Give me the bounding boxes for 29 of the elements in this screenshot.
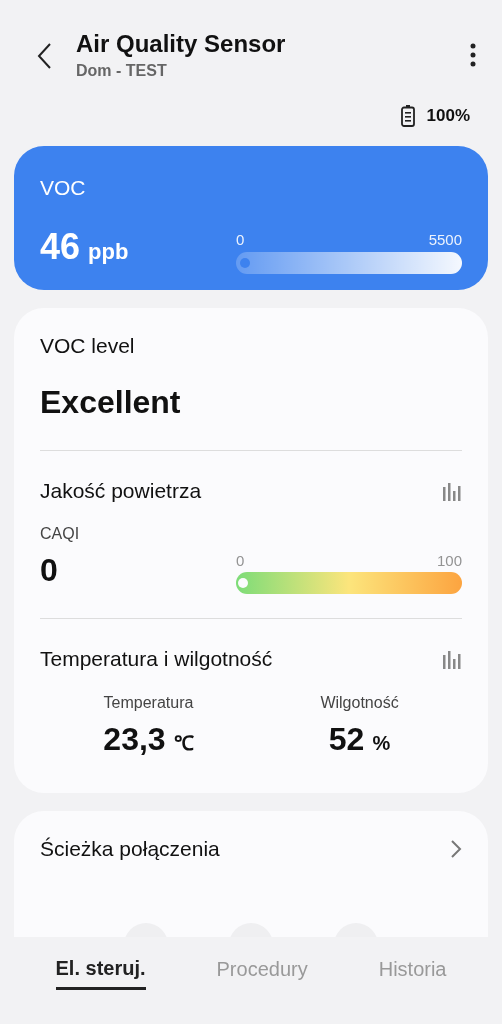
chart-icon[interactable] (442, 480, 462, 501)
battery-icon (400, 104, 415, 127)
reading-value: 23,3 ℃ (103, 719, 194, 759)
location-subtitle: Dom - TEST (76, 60, 168, 81)
scale-max: 5500 (428, 230, 462, 251)
section-title: Jakość powietrza (40, 477, 202, 504)
voc-label: VOC (40, 175, 87, 202)
page-title: Air Quality Sensor (76, 30, 287, 59)
section-title: Temperatura i wilgotność (40, 646, 273, 673)
reading-value: 52 % (327, 719, 392, 759)
back-button[interactable] (36, 42, 52, 70)
reading-label: Wilgotność (320, 692, 399, 713)
scale-min: 0 (236, 230, 245, 251)
more-options-icon[interactable] (470, 42, 476, 67)
tab[interactable]: El. steruj. (55, 952, 146, 990)
connection-title: Ścieżka połączenia (40, 835, 220, 862)
voc-level-value: Excellent (40, 382, 182, 422)
chevron-icon[interactable] (450, 838, 462, 859)
battery-level: 100% (426, 104, 470, 127)
scale-min: 0 (236, 550, 245, 571)
index-label: CAQI (40, 524, 80, 545)
tab[interactable]: Historia (378, 954, 447, 989)
chart-icon[interactable] (442, 649, 462, 670)
scale-max: 100 (436, 550, 462, 571)
reading-label: Temperatura (103, 692, 194, 713)
voc-reading: 46 ppb (40, 224, 129, 269)
index-value: 0 (40, 551, 59, 591)
voc-level-label: VOC level (40, 333, 136, 360)
tab[interactable]: Procedury (216, 954, 308, 989)
